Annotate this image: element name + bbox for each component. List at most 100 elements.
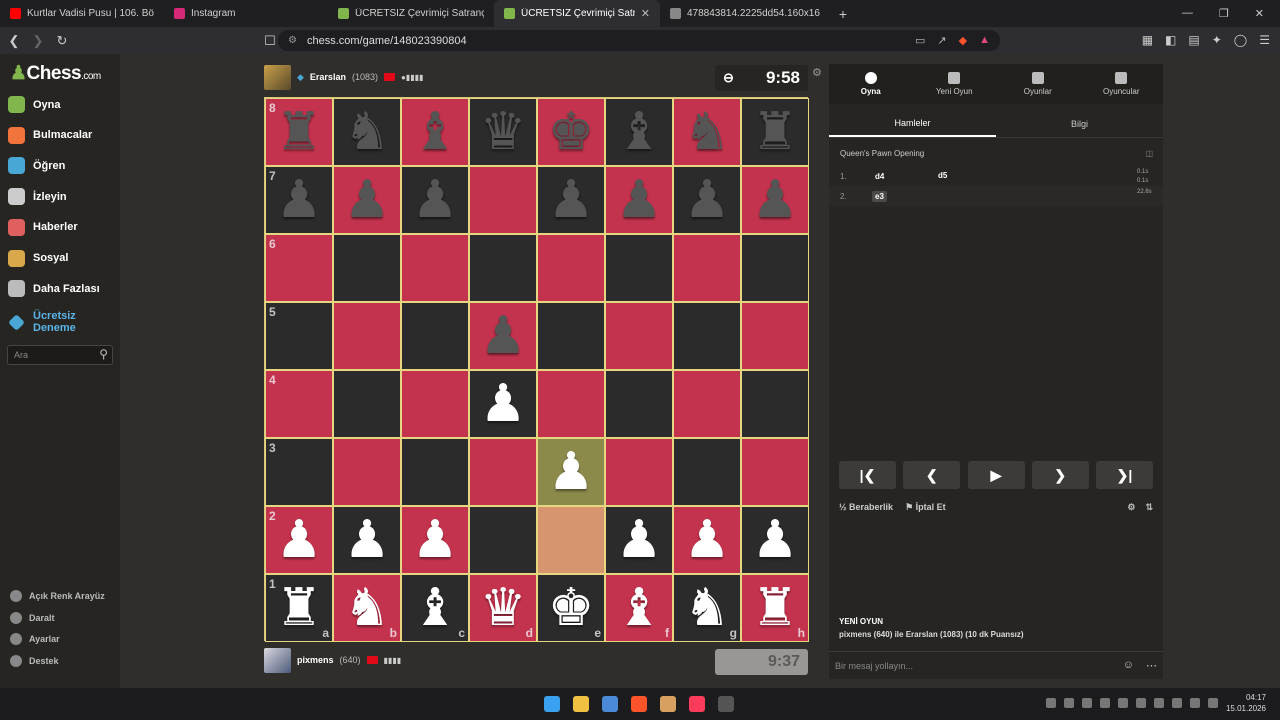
chess-logo[interactable]: ♟Chess.com [10,62,101,85]
player-avatar[interactable] [264,647,291,673]
square-e7[interactable]: ♟ [537,166,605,234]
square-f2[interactable]: ♟ [605,506,673,574]
square-g1[interactable]: g ♞ [673,574,741,642]
square-b8[interactable]: ♞ [333,98,401,166]
black-bishop-piece[interactable]: ♝ [616,106,663,158]
sidebar-footer-item[interactable]: Destek [10,654,59,667]
chess-board[interactable]: 8 ♜ ♞ ♝ ♛ ♚ ♝ ♞ ♜ 7 ♟ ♟ ♟ ♟ ♟ ♟ ♟ 6 5 ♟ 4 ♟ 3 ♟ 2 ♟ ♟ ♟ ♟ ♟ ♟ 1 a ♜ b ♞ c ♝ d ♛… [264,97,809,642]
reload-icon[interactable]: ↻ [52,33,72,49]
wallet-icon[interactable]: ▤ [1188,33,1199,47]
browser-tab[interactable]: ÜCRETSİZ Çevrimiçi Satranç O ✕ [494,0,660,27]
more-icon[interactable]: ⋯ [1146,659,1157,672]
battery-icon[interactable] [1207,698,1218,708]
square-g2[interactable]: ♟ [673,506,741,574]
black-pawn-piece[interactable]: ♟ [548,174,595,226]
square-c4[interactable] [401,370,469,438]
add-friend-icon[interactable]: ⚙ [1127,502,1135,513]
white-knight-piece[interactable]: ♞ [344,582,391,634]
square-c1[interactable]: c ♝ [401,574,469,642]
square-c3[interactable] [401,438,469,506]
square-h7[interactable]: ♟ [741,166,809,234]
system-clock[interactable]: 04:17 15.01.2026 [1226,692,1266,714]
last-move-button[interactable]: ❯| [1096,461,1153,489]
sidebar-item[interactable]: Öğren [8,157,65,175]
square-c8[interactable]: ♝ [401,98,469,166]
square-g8[interactable]: ♞ [673,98,741,166]
white-king-piece[interactable]: ♚ [548,582,595,634]
cast-icon[interactable]: ▭ [915,34,925,47]
white-rook-piece[interactable]: ♜ [276,582,323,634]
tray-icon[interactable] [1063,698,1074,708]
sidebar-footer-item[interactable]: Ayarlar [10,633,60,645]
black-rook-piece[interactable]: ♜ [752,106,799,158]
black-knight-piece[interactable]: ♞ [684,106,731,158]
square-h4[interactable] [741,370,809,438]
tray-icon[interactable] [1135,698,1146,708]
square-a7[interactable]: 7 ♟ [265,166,333,234]
square-b3[interactable] [333,438,401,506]
square-b5[interactable] [333,302,401,370]
browser-tab[interactable]: 478843814.2225dd54.160x160o.e9a [660,0,830,27]
square-g4[interactable] [673,370,741,438]
maximize-icon[interactable]: ❐ [1219,7,1229,20]
tab-players[interactable]: Oyuncular [1080,64,1164,104]
close-tab-icon[interactable]: ✕ [641,7,650,20]
bookmark-icon[interactable]: ☐ [260,33,280,49]
minimize-icon[interactable]: — [1182,7,1193,20]
browser-tab[interactable]: Kurtlar Vadisi Pusu | 106. Bölüm | Yük [0,0,164,27]
black-pawn-piece[interactable]: ♟ [616,174,663,226]
square-a2[interactable]: 2 ♟ [265,506,333,574]
square-f4[interactable] [605,370,673,438]
black-knight-piece[interactable]: ♞ [344,106,391,158]
white-pawn-piece[interactable]: ♟ [480,378,527,430]
store-icon[interactable] [602,696,618,712]
tab-play[interactable]: Oyna [829,64,913,104]
premium-link[interactable]: Ücretsiz Deneme [8,310,93,334]
square-b2[interactable]: ♟ [333,506,401,574]
square-a4[interactable]: 4 [265,370,333,438]
first-move-button[interactable]: |❮ [839,461,896,489]
board-settings-icon[interactable]: ⚙ [812,66,822,79]
search-input[interactable]: Ara ⚲ [7,345,113,365]
black-pawn-piece[interactable]: ♟ [344,174,391,226]
leo-icon[interactable]: ✦ [1212,33,1222,47]
opponent-avatar[interactable] [264,64,291,90]
steam-icon[interactable] [718,696,734,712]
white-pawn-piece[interactable]: ♟ [548,446,595,498]
share-icon[interactable]: ↗ [937,34,946,47]
sidebar-item[interactable]: Bulmacalar [8,126,92,144]
square-b1[interactable]: b ♞ [333,574,401,642]
back-icon[interactable]: ❮ [4,33,24,49]
brave-icon[interactable] [631,696,647,712]
square-a1[interactable]: 1 a ♜ [265,574,333,642]
brave-shield-icon[interactable]: ◆ [959,34,967,47]
square-d5[interactable]: ♟ [469,302,537,370]
square-f8[interactable]: ♝ [605,98,673,166]
game-app-icon[interactable] [660,696,676,712]
tray-icon[interactable] [1045,698,1056,708]
square-b4[interactable] [333,370,401,438]
square-d3[interactable] [469,438,537,506]
square-d2[interactable] [469,506,537,574]
emoji-icon[interactable]: ☺ [1123,659,1134,672]
white-bishop-piece[interactable]: ♝ [616,582,663,634]
white-rook-piece[interactable]: ♜ [752,582,799,634]
square-e5[interactable] [537,302,605,370]
address-bar[interactable]: ⚙ chess.com/game/148023390804 ▭ ↗ ◆ ▲ [278,30,1000,51]
square-g6[interactable] [673,234,741,302]
site-info-icon[interactable]: ⚙ [288,35,297,46]
white-pawn-piece[interactable]: ♟ [684,514,731,566]
abort-button[interactable]: ⚑ İptal Et [905,502,946,513]
menu-icon[interactable]: ☰ [1259,33,1270,47]
white-pawn-piece[interactable]: ♟ [344,514,391,566]
square-e1[interactable]: e ♚ [537,574,605,642]
square-f6[interactable] [605,234,673,302]
sidebar-item[interactable]: Sosyal [8,249,68,267]
square-g3[interactable] [673,438,741,506]
square-a6[interactable]: 6 [265,234,333,302]
white-pawn-piece[interactable]: ♟ [412,514,459,566]
square-c7[interactable]: ♟ [401,166,469,234]
subtab-info[interactable]: Bilgi [996,110,1163,137]
play-button[interactable]: ▶ [967,461,1025,489]
black-pawn-piece[interactable]: ♟ [684,174,731,226]
